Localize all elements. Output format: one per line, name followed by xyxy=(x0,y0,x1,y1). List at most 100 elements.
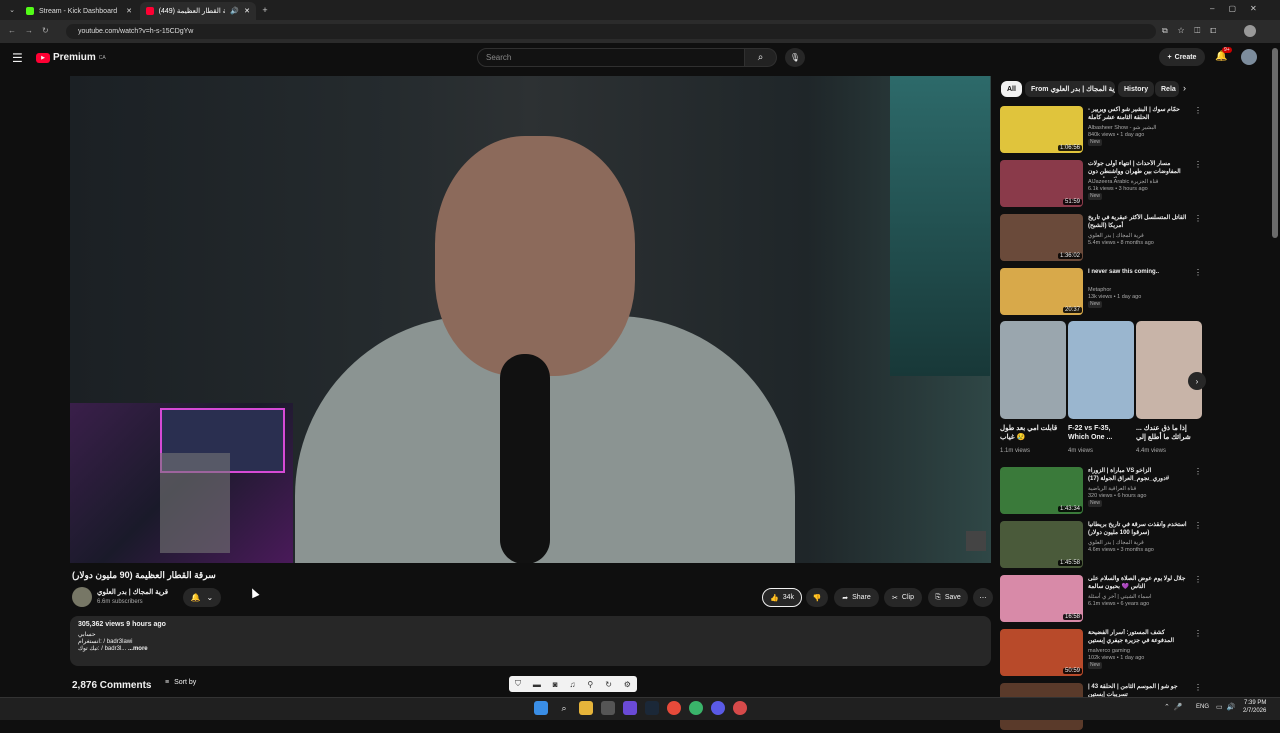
floating-toolbar[interactable]: ⛉ ▬ ◙ ♫ ⚲ ↻ ⚙ xyxy=(509,676,637,692)
recommendation-item[interactable]: 50:59 كشف المستور: أسرار الفضيحة المدفوعة… xyxy=(1000,629,1202,679)
description-box[interactable]: 305,362 views 9 hours ago حسابي انستغرام… xyxy=(70,616,991,666)
shorts-next-button[interactable]: › xyxy=(1188,372,1206,390)
discord-icon[interactable] xyxy=(623,701,637,715)
chip-all[interactable]: All xyxy=(1001,81,1022,97)
create-button[interactable]: + Create xyxy=(1159,48,1205,66)
search-button[interactable]: ⌕ xyxy=(745,48,777,67)
more-icon[interactable]: ⋮ xyxy=(1194,575,1202,584)
new-tab-icon[interactable]: + xyxy=(259,4,271,16)
system-icons[interactable]: ▭🔊 xyxy=(1216,703,1239,711)
recommendation-title[interactable]: حمّام سوك | البشير شو اكس ويريير - الحلق… xyxy=(1088,106,1188,122)
recommendation-channel[interactable]: قرية المجاك | بدر العلوي xyxy=(1088,540,1154,547)
recommendation-title[interactable]: القاتل المتسلسل الأكثر عبقرية في تاريخ أ… xyxy=(1088,214,1188,230)
tray-icons[interactable]: ⌃🎤 xyxy=(1164,703,1187,711)
account-avatar[interactable] xyxy=(1241,49,1257,65)
folder-icon[interactable]: ▬ xyxy=(533,680,541,689)
settings-icon[interactable]: ⚙ xyxy=(624,680,631,689)
shield-icon[interactable]: ⛉ xyxy=(515,679,521,689)
clip-button[interactable]: ✂ Clip xyxy=(884,588,922,607)
channel-watermark[interactable] xyxy=(966,531,986,551)
camera-icon[interactable]: ◙ xyxy=(553,680,558,689)
audio-icon[interactable]: ♫ xyxy=(570,680,576,689)
recommendation-item[interactable]: 1:06:56 حمّام سوك | البشير شو اكس ويريير … xyxy=(1000,106,1202,156)
recommendation-channel[interactable]: اسماء الشيتي | آخر ي أسئلة xyxy=(1088,594,1152,601)
chip-related[interactable]: Rela xyxy=(1155,81,1179,97)
recommendation-channel[interactable]: قرية المجاك | بدر العلوي xyxy=(1088,233,1154,240)
more-actions-button[interactable]: ⋯ xyxy=(973,588,993,607)
tab-youtube[interactable]: (449) سرقة القطار العظيمة 🔊 ✕ xyxy=(140,2,256,20)
more-link[interactable]: ...more xyxy=(128,646,148,652)
more-icon[interactable]: ⋮ xyxy=(1194,467,1202,476)
more-icon[interactable]: ⋮ xyxy=(1194,160,1202,169)
voice-search-button[interactable]: 🎙 xyxy=(785,48,805,67)
chip-history[interactable]: History xyxy=(1118,81,1155,97)
pin-icon[interactable]: ⚲ xyxy=(587,680,593,689)
youtube-logo[interactable]: ▶ Premium CA xyxy=(36,52,106,63)
share-button[interactable]: ➦ Share xyxy=(834,588,879,607)
more-icon[interactable]: ⋮ xyxy=(1194,268,1202,277)
channel-name[interactable]: قرية المجاك | بدر العلوي xyxy=(97,588,168,596)
more-icon[interactable]: ⋮ xyxy=(1194,106,1202,115)
more-icon[interactable]: ⋮ xyxy=(1194,629,1202,638)
menu-icon[interactable]: ☰ xyxy=(12,51,23,65)
channel-avatar[interactable] xyxy=(72,587,92,607)
more-icon[interactable]: ⋮ xyxy=(1194,683,1202,692)
recommendation-item[interactable]: 1:43:34 مباراة | الزوراء VS الزاخو #دوري_… xyxy=(1000,467,1202,517)
app-icon[interactable] xyxy=(711,701,725,715)
search-icon[interactable]: ⌕ xyxy=(557,701,571,715)
tab-kick[interactable]: Stream - Kick Dashboard ✕ xyxy=(20,2,138,20)
more-icon[interactable]: ⋮ xyxy=(1194,521,1202,530)
steam-icon[interactable] xyxy=(645,701,659,715)
recommendation-title[interactable]: جلال لولا يوم عوض الصلاة والسلام على الن… xyxy=(1088,575,1188,591)
recommendation-item[interactable]: 1:36:02 القاتل المتسلسل الأكثر عبقرية في … xyxy=(1000,214,1202,264)
short-thumbnail[interactable] xyxy=(1000,321,1066,419)
recommendation-title[interactable]: استخدم وأنقذت سرقة في تاريخ بريطانيا (سر… xyxy=(1088,521,1188,537)
recommendation-title[interactable]: كشف المستور: أسرار الفضيحة المدفوعة في ج… xyxy=(1088,629,1188,645)
recommendation-item[interactable]: 20:37 I never saw this coming.. Metaphor 13… xyxy=(1000,268,1202,318)
chevron-right-icon[interactable]: › xyxy=(1183,83,1186,93)
short-title[interactable]: إذا ما ذق عندك ... شرائك ما أطلع إلي xyxy=(1136,424,1194,442)
recommendation-item[interactable]: 51:59 مسار الأحداث | انتهاء أولى جولات ال… xyxy=(1000,160,1202,210)
calendar-app-icon[interactable] xyxy=(601,701,615,715)
recommendation-channel[interactable]: Metaphor xyxy=(1088,287,1141,294)
create-label: Create xyxy=(1174,53,1197,61)
refresh-icon[interactable]: ↻ xyxy=(605,680,612,689)
dislike-button[interactable]: 👎 xyxy=(806,588,828,607)
short-thumbnail[interactable] xyxy=(1068,321,1134,419)
recommendation-item[interactable]: 16:58 جلال لولا يوم عوض الصلاة والسلام عل… xyxy=(1000,575,1202,625)
recommendation-title[interactable]: I never saw this coming.. xyxy=(1088,268,1188,276)
windows-start-icon[interactable] xyxy=(534,701,548,715)
chip-from-channel[interactable]: From قرية المجاك | بدر العلوي xyxy=(1025,81,1115,97)
short-thumbnail[interactable] xyxy=(1136,321,1202,419)
like-button[interactable]: 👍 34k xyxy=(762,588,802,607)
recommendation-item[interactable]: 1:45:58 استخدم وأنقذت سرقة في تاريخ بريطا… xyxy=(1000,521,1202,571)
file-explorer-icon[interactable] xyxy=(579,701,593,715)
more-icon[interactable]: ⋮ xyxy=(1194,214,1202,223)
sort-by-button[interactable]: ≡ Sort by xyxy=(165,679,196,686)
close-icon[interactable]: ✕ xyxy=(126,7,132,15)
subscribed-button[interactable]: 🔔 ⌄ xyxy=(183,588,221,607)
url-field[interactable]: youtube.com/watch?v=h-s-15CDgYw xyxy=(66,24,1156,39)
save-button[interactable]: ⎘ Save xyxy=(928,588,968,607)
recommendation-channel[interactable]: قناة العراقية الرياضية xyxy=(1088,486,1147,493)
recommendation-channel[interactable]: Albasheer Show - البشير شو xyxy=(1088,125,1156,132)
recommendation-channel[interactable]: malverco gaming xyxy=(1088,648,1144,655)
search-input[interactable]: Search xyxy=(477,48,745,67)
recommendation-title[interactable]: مسار الأحداث | انتهاء أولى جولات المفاوض… xyxy=(1088,160,1188,178)
close-icon[interactable]: ✕ xyxy=(244,7,250,15)
short-title[interactable]: F-22 vs F-35, Which One ... xyxy=(1068,424,1126,442)
browser-toolbar-icons[interactable]: ⧉☆◫⧠ xyxy=(1162,26,1226,36)
language-indicator[interactable]: ENG xyxy=(1196,704,1209,710)
short-title[interactable]: قابلت امي بعد طول غياب 😢 xyxy=(1000,424,1058,442)
chrome-icon[interactable] xyxy=(667,701,681,715)
app-icon[interactable] xyxy=(733,701,747,715)
recommendation-channel[interactable]: AlJazeera Arabic قناة الجزيرة xyxy=(1088,179,1158,186)
browser-icon[interactable] xyxy=(689,701,703,715)
nav-buttons[interactable]: ←→↻ xyxy=(8,26,58,35)
profile-avatar[interactable] xyxy=(1244,25,1256,37)
tab-search-icon[interactable]: ⌄ xyxy=(6,4,18,16)
window-controls[interactable]: –▢✕ xyxy=(1210,4,1271,13)
scrollbar[interactable] xyxy=(1272,48,1278,238)
clock[interactable]: 7:39 PM 2/7/2026 xyxy=(1243,699,1266,715)
recommendation-title[interactable]: مباراة | الزوراء VS الزاخو #دوري_نجوم_ال… xyxy=(1088,467,1188,483)
